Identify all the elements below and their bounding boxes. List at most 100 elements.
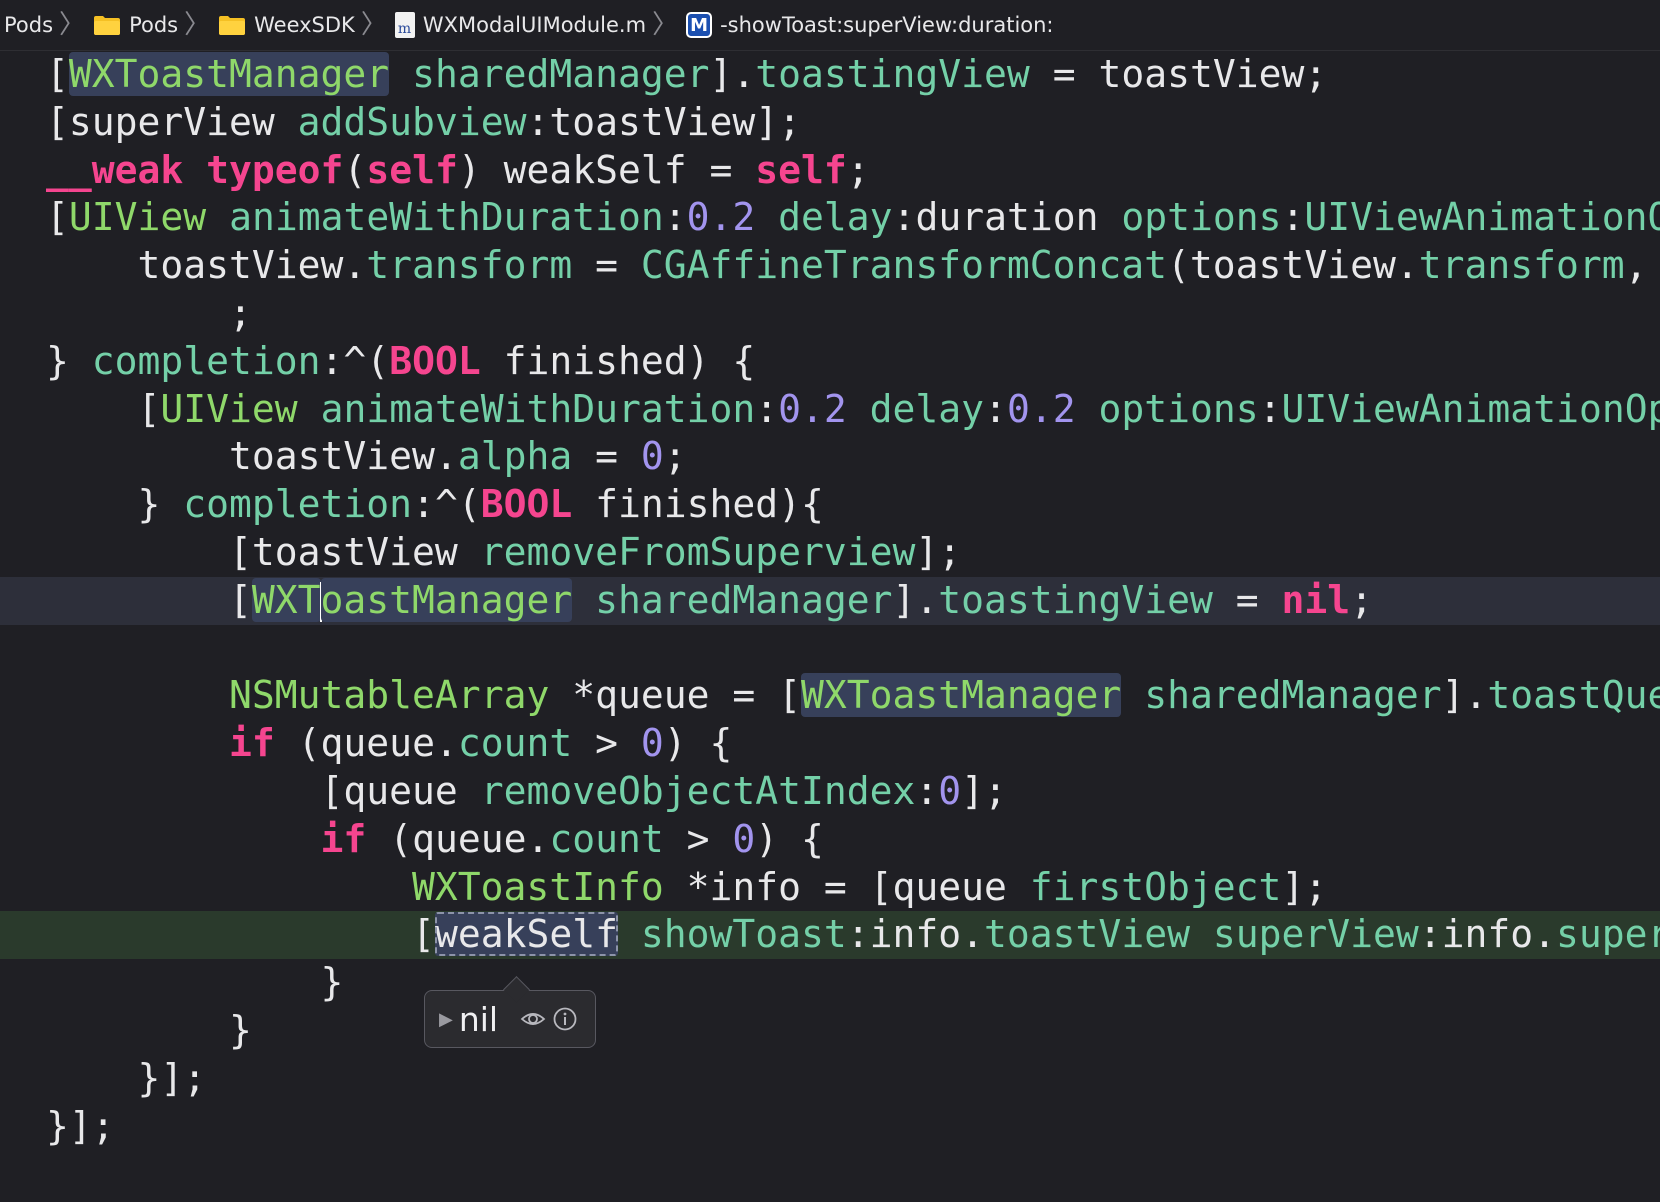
selected-variable-token[interactable]: weakSelf bbox=[434, 912, 618, 957]
code-line[interactable] bbox=[0, 625, 1660, 673]
breadcrumb-pods-group[interactable]: Pods bbox=[93, 13, 178, 37]
code-text: [ bbox=[46, 577, 252, 622]
breadcrumb-label: WXModalUIModule.m bbox=[422, 13, 647, 37]
code-text: :^( bbox=[320, 338, 390, 383]
keyword-token: self bbox=[755, 147, 847, 192]
code-line[interactable]: WXToastInfo *info = [queue firstObject]; bbox=[0, 864, 1660, 912]
method-token: sharedManager bbox=[412, 52, 710, 96]
disclosure-triangle-icon[interactable]: ▶ bbox=[439, 1009, 453, 1030]
code-text: :info. bbox=[846, 912, 985, 957]
code-text: :^( bbox=[412, 482, 481, 527]
code-line[interactable]: }]; bbox=[0, 1055, 1660, 1103]
code-line[interactable]: [queue removeObjectAtIndex:0]; bbox=[0, 768, 1660, 816]
code-text: toastView. bbox=[46, 243, 367, 288]
code-line[interactable]: [UIView animateWithDuration:0.2 delay:0.… bbox=[0, 386, 1660, 434]
code-text: toastView. bbox=[46, 434, 458, 479]
method-token: toastingView bbox=[755, 52, 1030, 96]
code-text: : bbox=[1281, 195, 1305, 240]
code-line[interactable]: toastView.transform = CGAffineTransformC… bbox=[0, 242, 1660, 290]
method-token: completion bbox=[91, 338, 321, 383]
method-token: count bbox=[457, 721, 573, 766]
keyword-token: self bbox=[366, 147, 458, 192]
debug-value-popover[interactable]: ▶ nil bbox=[424, 990, 596, 1048]
breadcrumb-weexsdk-group[interactable]: WeexSDK bbox=[218, 13, 355, 37]
method-token: firstObject bbox=[1029, 864, 1282, 909]
code-line[interactable]: if (queue.count > 0) { bbox=[0, 816, 1660, 864]
code-text: ; bbox=[663, 434, 687, 479]
code-text: }]; bbox=[46, 1055, 207, 1100]
code-text: ]. bbox=[709, 52, 756, 96]
code-text: (toastView. bbox=[1167, 243, 1419, 288]
chevron-right-icon: 〉 bbox=[652, 10, 679, 40]
code-text: [ bbox=[46, 195, 69, 240]
class-name-token: WXToastInfo bbox=[412, 864, 664, 909]
method-token: removeObjectAtIndex bbox=[480, 768, 916, 813]
number-literal-token: 0 bbox=[732, 816, 756, 861]
method-token: options bbox=[1121, 195, 1282, 240]
method-token: toastView bbox=[984, 912, 1190, 957]
code-text: : bbox=[915, 768, 939, 813]
breadcrumb-file[interactable]: m WXModalUIModule.m bbox=[394, 12, 647, 38]
code-text: : bbox=[755, 386, 779, 431]
code-line[interactable]: [WXToastManager sharedManager].toastingV… bbox=[0, 51, 1660, 99]
method-token: CGAffineTransformConcat bbox=[640, 243, 1168, 288]
code-line[interactable]: [UIView animateWithDuration:0.2 delay:du… bbox=[0, 194, 1660, 242]
code-line[interactable]: NSMutableArray *queue = [WXToastManager … bbox=[0, 672, 1660, 720]
eye-icon[interactable] bbox=[520, 1006, 546, 1032]
code-line[interactable]: [superView addSubview:toastView]; bbox=[0, 99, 1660, 147]
method-token: delay bbox=[869, 386, 985, 431]
method-token: alpha bbox=[457, 434, 573, 479]
code-text: } bbox=[46, 1007, 252, 1052]
method-token: animateWithDuration bbox=[229, 195, 664, 240]
code-line[interactable]: __weak typeof(self) weakSelf = self; bbox=[0, 147, 1660, 195]
breadcrumb-method[interactable]: M -showToast:superView:duration: bbox=[686, 12, 1054, 38]
chevron-right-icon: 〉 bbox=[184, 10, 211, 40]
method-icon: M bbox=[686, 12, 713, 38]
code-line[interactable]: ; bbox=[0, 290, 1660, 338]
jump-bar: Pods 〉 Pods 〉 WeexSDK 〉 m WXModalUIModul… bbox=[0, 0, 1660, 51]
breadcrumb-pods-project[interactable]: Pods bbox=[4, 13, 53, 37]
method-token: removeFromSuperview bbox=[480, 529, 916, 574]
code-line[interactable]: } completion:^(BOOL finished){ bbox=[0, 481, 1660, 529]
code-line[interactable]: [toastView removeFromSuperview]; bbox=[0, 529, 1660, 577]
breadcrumb-label: Pods bbox=[4, 13, 54, 37]
code-line[interactable]: } completion:^(BOOL finished) { bbox=[0, 338, 1660, 386]
code-text: > bbox=[663, 816, 733, 861]
keyword-token: typeof bbox=[206, 147, 344, 192]
number-literal-token: 0 bbox=[640, 434, 664, 479]
current-line[interactable]: [WXToastManager sharedManager].toastingV… bbox=[0, 576, 1660, 625]
code-text: finished) { bbox=[480, 338, 756, 383]
method-token: superView bbox=[1212, 912, 1419, 957]
code-line[interactable]: toastView.alpha = 0; bbox=[0, 433, 1660, 481]
variable-value: nil bbox=[458, 999, 499, 1039]
chevron-right-icon: 〉 bbox=[59, 10, 86, 40]
code-line[interactable]: }]; bbox=[0, 1103, 1660, 1151]
code-text: ) weakSelf = bbox=[457, 147, 756, 192]
code-text: finished){ bbox=[572, 482, 824, 527]
code-line[interactable]: } bbox=[0, 959, 1660, 1007]
method-token: sharedManager bbox=[1144, 673, 1442, 718]
keyword-token: BOOL bbox=[389, 338, 481, 383]
objc-source-file-icon: m bbox=[394, 12, 415, 38]
number-literal-token: 0 bbox=[938, 768, 962, 813]
code-line[interactable]: if (queue.count > 0) { bbox=[0, 720, 1660, 768]
code-text: ( bbox=[343, 147, 367, 192]
code-text: : bbox=[984, 386, 1007, 431]
method-token: options bbox=[1098, 386, 1259, 431]
code-line[interactable]: } bbox=[0, 1007, 1660, 1055]
code-text: *queue = [ bbox=[549, 673, 801, 718]
method-token: UIViewAnimationOpti bbox=[1281, 386, 1660, 431]
execution-line[interactable]: [weakSelf showToast:info.toastView super… bbox=[0, 911, 1660, 960]
class-reference-token: WXToastManager bbox=[801, 673, 1122, 718]
code-text: ]; bbox=[961, 768, 1007, 813]
source-editor[interactable]: [ WXToastManager sharedManager].toastingV… bbox=[0, 51, 1660, 1202]
method-token: toastQueue bbox=[1487, 673, 1660, 718]
info-icon[interactable] bbox=[552, 1006, 578, 1032]
breadcrumb-label: WeexSDK bbox=[254, 13, 355, 37]
code-text: = bbox=[572, 434, 641, 479]
